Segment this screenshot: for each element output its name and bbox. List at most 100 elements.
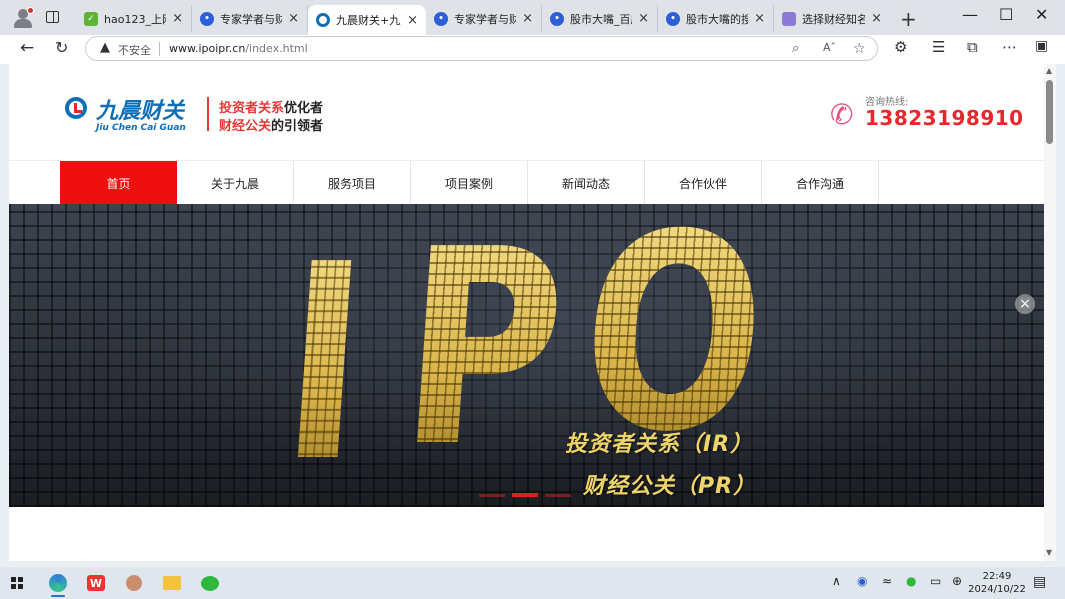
browser-tab-strip: ✓ hao123_上网从这里开始 × • 专家学者与财经界 × 九晨财关+九晨财… [0,0,1065,35]
favorites-list-icon[interactable]: ☰ [932,38,945,56]
tray-wechat-icon[interactable]: ● [906,574,916,588]
hao123-icon: ✓ [84,11,98,26]
nav-services[interactable]: 服务项目 [294,161,411,205]
browser-tab-2-active[interactable]: 九晨财关+九晨财关 × [308,5,426,35]
favorite-star-icon[interactable]: ☆ [853,41,866,57]
banner-letter-p: P [392,204,574,506]
new-tab-button[interactable]: + [900,7,917,31]
baidu-paw-icon: • [550,11,564,26]
tab-close-icon[interactable]: × [172,11,183,26]
collections-icon[interactable]: ⧉ [967,38,978,56]
warning-triangle-icon: ▲ [100,40,110,55]
nav-about[interactable]: 关于九晨 [177,161,294,205]
address-bar[interactable]: ▲ 不安全 www.ipoipr.cn/index.html ⌕ Aˆ ☆ [85,36,878,61]
slogan-1-red: 投资者关系 [219,101,285,116]
baidu-paw-icon: • [200,11,214,26]
tray-shield-icon[interactable]: ◉ [857,574,867,588]
clock-date: 2024/10/22 [968,584,1026,595]
slide-dot-2-active[interactable] [512,493,538,497]
browser-tab-6[interactable]: 选择财经知名媒体 × [774,5,890,32]
floating-close-button[interactable]: × [1015,294,1035,314]
banner-caption-ir: 投资者关系（IR） [565,432,754,457]
browser-tab-0[interactable]: ✓ hao123_上网从这里开始 × [76,5,192,32]
banner-letter-i: I [274,206,375,507]
zoom-icon[interactable]: ⌕ [792,41,799,56]
wps-icon: W [87,575,105,591]
nav-news[interactable]: 新闻动态 [528,161,645,205]
minimize-button[interactable]: — [962,5,978,24]
windows-start-icon[interactable] [11,577,23,589]
slogan-divider [207,97,209,131]
slogan-1-black: 优化者 [284,101,324,116]
browser-tab-1[interactable]: • 专家学者与财经界 × [192,5,308,32]
tab-title: 股市大嘴_百度百科 [570,12,632,26]
wifi-icon[interactable]: ≈ [882,574,892,588]
tab-close-icon[interactable]: × [288,11,299,26]
taskbar-wps[interactable]: W [83,571,109,595]
more-menu-icon[interactable]: ⋯ [1002,38,1017,56]
system-clock[interactable]: 22:49 2024/10/22 [968,570,1026,596]
sidebar-toggle-icon[interactable]: ▣ [1035,38,1048,54]
slogan-2-black: 的引领者 [271,119,324,134]
tab-title: 专家学者与财经界 [454,12,517,26]
input-method-icon[interactable]: ⊕ [952,574,962,588]
main-nav: 首页 关于九晨 服务项目 项目案例 新闻动态 合作伙伴 合作沟通 [9,160,1044,205]
baidu-paw-icon: • [666,11,680,26]
notification-icon[interactable]: ▤ [1033,574,1046,590]
tab-close-icon[interactable]: × [522,11,533,26]
web-page: 九晨财关 Jiu Chen Cai Guan 投资者关系优化者 财经公关的引领者… [9,64,1044,561]
slide-dot-3[interactable] [545,494,571,497]
tray-expand-chevron-icon[interactable]: ∧ [832,574,841,588]
nav-home[interactable]: 首页 [60,161,177,205]
hotline-number[interactable]: 13823198910 [865,106,1024,130]
slogan-2-red: 财经公关 [219,119,272,134]
maximize-button[interactable]: ☐ [999,5,1013,24]
nav-contact[interactable]: 合作沟通 [762,161,879,205]
refresh-icon[interactable]: ↻ [55,38,68,57]
browser-tab-4[interactable]: • 股市大嘴_百度百科 × [542,5,658,32]
scroll-up-icon[interactable]: ▲ [1046,66,1052,75]
profile-avatar-icon[interactable] [12,7,34,29]
url-path: /index.html [245,42,308,55]
page-scrollbar[interactable]: ▲ ▼ [1044,64,1056,561]
edge-icon [49,574,67,592]
tab-close-icon[interactable]: × [871,11,882,26]
divider [159,42,160,56]
taskbar-explorer[interactable] [159,571,185,595]
logo-english: Jiu Chen Cai Guan [96,123,186,133]
tab-close-icon[interactable]: × [407,13,418,28]
close-window-button[interactable]: ✕ [1035,5,1048,24]
nav-cases[interactable]: 项目案例 [411,161,528,205]
browser-tab-3[interactable]: • 专家学者与财经界 × [426,5,542,32]
taskbar-avatar-app[interactable] [121,571,147,595]
tab-close-icon[interactable]: × [754,11,765,26]
phone-icon: ✆ [830,98,854,131]
url-host: www.ipoipr.cn [169,42,246,55]
insecure-label[interactable]: 不安全 [118,42,151,58]
tab-title: hao123_上网从这里开始 [104,12,166,26]
scroll-thumb[interactable] [1046,80,1053,144]
banner-caption-pr: 财经公关（PR） [583,474,757,499]
logo-chinese: 九晨财关 [96,99,185,124]
baidu-paw-icon: • [434,11,448,26]
scroll-down-icon[interactable]: ▼ [1046,548,1052,557]
hero-banner[interactable]: I P O 投资者关系（IR） 财经公关（PR） [9,204,1044,507]
slide-dot-1[interactable] [479,494,505,497]
doc-icon [782,11,796,26]
browser-toolbar: ← ↻ ▲ 不安全 www.ipoipr.cn/index.html ⌕ Aˆ … [0,35,1065,64]
back-arrow-icon[interactable]: ← [20,38,34,58]
read-aloud-icon[interactable]: Aˆ [823,41,836,54]
tab-title: 股市大嘴的搜索结果 [686,12,749,26]
battery-icon[interactable]: ▭ [930,574,941,588]
url-text[interactable]: www.ipoipr.cn/index.html [169,42,308,55]
taskbar-edge[interactable] [45,571,71,597]
taskbar-wechat[interactable] [197,571,223,595]
site-logo[interactable]: 九晨财关 Jiu Chen Cai Guan [59,92,197,136]
wechat-icon [201,575,219,591]
tab-actions-icon[interactable] [46,11,59,23]
logo-clock-icon [65,97,87,119]
nav-partners[interactable]: 合作伙伴 [645,161,762,205]
tab-close-icon[interactable]: × [638,11,649,26]
browser-tab-5[interactable]: • 股市大嘴的搜索结果 × [658,5,774,32]
extensions-icon[interactable]: ⚙ [894,38,907,56]
